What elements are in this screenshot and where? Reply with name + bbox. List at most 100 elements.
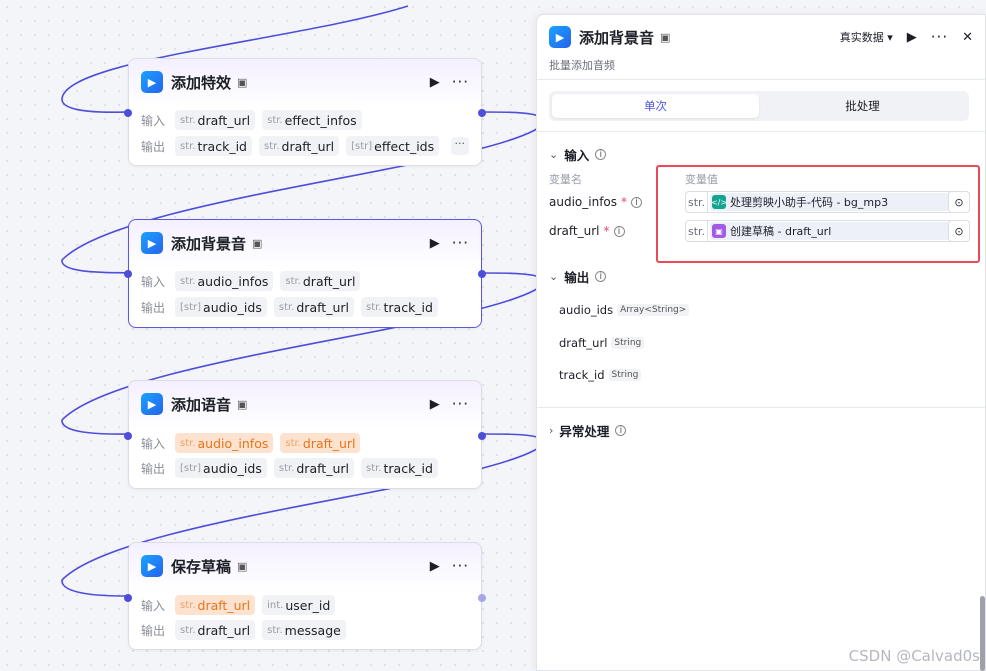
param-pill: str. draft_url: [259, 136, 340, 156]
chevron-down-icon: ⌄: [549, 148, 559, 161]
save-icon: ▣: [237, 75, 248, 89]
tab-batch[interactable]: 批处理: [759, 94, 966, 118]
chevron-right-icon: ›: [549, 424, 554, 437]
panel-title: 添加背景音: [579, 28, 655, 47]
input-port[interactable]: [124, 432, 132, 440]
divider: [537, 407, 985, 408]
node-config-panel: ▶ 添加背景音 ▣ 真实数据 ▾ ▶ ··· ✕ 批量添加音频 单次 批处理 ⌄…: [536, 14, 986, 671]
node-add-effect[interactable]: ▶ 添加特效 ▣ ▶ ··· 输入 str. draft_url str. effe…: [124, 58, 486, 166]
panel-subtitle: 批量添加音频: [549, 59, 615, 72]
param-pill: str. draft_url: [280, 271, 361, 291]
scrollbar[interactable]: [980, 596, 985, 671]
output-label: 输出: [141, 139, 166, 154]
exception-section-header[interactable]: › 异常处理 i: [549, 421, 627, 440]
output-section-header[interactable]: ⌄ 输出 i: [549, 267, 607, 286]
close-icon[interactable]: ✕: [962, 30, 973, 45]
section-title: 异常处理: [559, 424, 610, 439]
param-pill: str. draft_url: [175, 620, 256, 640]
watermark: CSDN @Calvad0s: [848, 647, 980, 665]
save-icon: ▣: [252, 236, 263, 250]
tab-single[interactable]: 单次: [552, 94, 759, 118]
info-icon[interactable]: i: [615, 425, 627, 436]
param-pill: str. draft_url: [273, 458, 354, 478]
output-row: 输出 [str] audio_ids str. draft_url str. trac…: [141, 457, 469, 479]
output-row: 输出 str. draft_url str. message: [141, 619, 469, 641]
output-row: 输出 [str] audio_ids str. draft_url str. trac…: [141, 296, 469, 318]
section-title: 输出: [564, 270, 590, 285]
input-row: 输入 str. draft_url int. user_id: [141, 594, 469, 616]
param-pill: str. track_id: [360, 458, 438, 478]
more-outputs-button[interactable]: ···: [450, 137, 469, 155]
panel-header: ▶ 添加背景音 ▣ 真实数据 ▾ ▶ ··· ✕: [549, 25, 973, 49]
save-icon: ▣: [660, 30, 671, 44]
output-port[interactable]: [478, 432, 486, 440]
divider: [537, 79, 985, 80]
node-title: 添加背景音: [171, 234, 247, 253]
param-pill: str. draft_url: [273, 297, 354, 317]
input-label: 输入: [141, 113, 166, 128]
input-row: 输入 str. audio_infos str. draft_url: [141, 270, 469, 292]
output-port[interactable]: [478, 270, 486, 278]
param-pill: str. audio_infos: [175, 433, 274, 453]
input-port[interactable]: [124, 594, 132, 602]
node-add-voice[interactable]: ▶ 添加语音 ▣ ▶ ··· 输入 str. audio_infos str. dr…: [124, 380, 486, 489]
run-mode-tabs: 单次 批处理: [549, 91, 969, 121]
param-pill: str. draft_url: [175, 595, 256, 615]
node-header: ▶ 添加背景音 ▣ ▶ ···: [141, 230, 469, 256]
input-port[interactable]: [124, 109, 132, 117]
app-icon: ▶: [141, 71, 163, 93]
output-label: 输出: [141, 623, 166, 638]
app-icon: ▶: [549, 26, 571, 48]
divider: [537, 131, 985, 132]
play-icon[interactable]: ▶: [430, 397, 440, 412]
node-header: ▶ 添加语音 ▣ ▶ ···: [141, 391, 469, 417]
param-name: audio_infos * i: [549, 195, 643, 209]
play-icon[interactable]: ▶: [430, 75, 440, 90]
input-section-header[interactable]: ⌄ 输入 i: [549, 145, 607, 164]
output-item: draft_url String: [559, 336, 645, 350]
more-icon[interactable]: ···: [452, 557, 469, 575]
node-header: ▶ 添加特效 ▣ ▶ ···: [141, 69, 469, 95]
info-icon[interactable]: i: [631, 196, 643, 208]
param-pill: [str] audio_ids: [175, 297, 267, 317]
input-label: 输入: [141, 436, 166, 451]
output-port[interactable]: [478, 594, 486, 602]
node-add-bgm[interactable]: ▶ 添加背景音 ▣ ▶ ··· 输入 str. audio_infos str. d…: [124, 219, 486, 328]
info-icon[interactable]: i: [613, 225, 625, 237]
output-port[interactable]: [478, 109, 486, 117]
node-title: 保存草稿: [171, 557, 232, 576]
play-icon[interactable]: ▶: [430, 236, 440, 251]
output-item: track_id String: [559, 368, 642, 382]
input-label: 输入: [141, 598, 166, 613]
save-icon: ▣: [237, 559, 248, 573]
param-pill: [str] effect_ids: [346, 136, 440, 156]
col-name-label: 变量名: [549, 173, 582, 186]
info-icon[interactable]: i: [595, 149, 607, 160]
node-header: ▶ 保存草稿 ▣ ▶ ···: [141, 553, 469, 579]
input-row: 输入 str. audio_infos str. draft_url: [141, 432, 469, 454]
param-pill: str. draft_url: [280, 433, 361, 453]
node-title: 添加特效: [171, 73, 232, 92]
output-label: 输出: [141, 461, 166, 476]
more-icon[interactable]: ···: [931, 28, 948, 46]
highlight-box: [656, 165, 980, 263]
data-mode-select[interactable]: 真实数据 ▾: [840, 29, 893, 45]
play-icon[interactable]: ▶: [430, 559, 440, 574]
section-title: 输入: [564, 148, 590, 163]
input-port[interactable]: [124, 270, 132, 278]
info-icon[interactable]: i: [595, 271, 607, 282]
more-icon[interactable]: ···: [452, 395, 469, 413]
play-icon[interactable]: ▶: [907, 30, 917, 45]
node-save-draft[interactable]: ▶ 保存草稿 ▣ ▶ ··· 输入 str. draft_url int. user…: [124, 542, 486, 650]
more-icon[interactable]: ···: [452, 73, 469, 91]
app-icon: ▶: [141, 232, 163, 254]
more-icon[interactable]: ···: [452, 234, 469, 252]
app-icon: ▶: [141, 393, 163, 415]
input-row: 输入 str. draft_url str. effect_infos: [141, 109, 469, 131]
param-pill: str. draft_url: [175, 110, 256, 130]
param-pill: str. message: [262, 620, 346, 640]
param-pill: str. track_id: [175, 136, 252, 156]
param-name: draft_url * i: [549, 224, 625, 238]
output-label: 输出: [141, 300, 166, 315]
param-pill: str. audio_infos: [175, 271, 274, 291]
